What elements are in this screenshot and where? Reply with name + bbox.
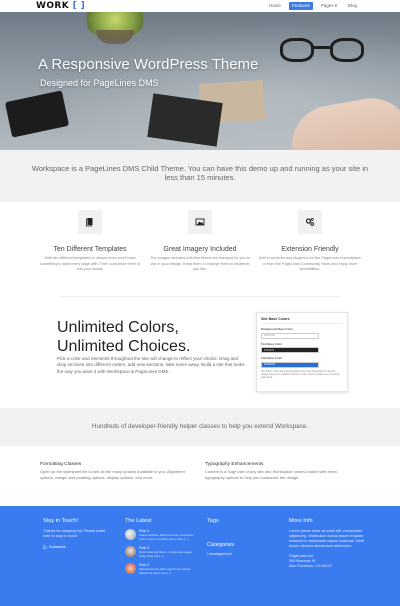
footer-text: Lorem ipsum dolor sit amet elit, consect… <box>289 529 365 548</box>
footer-more-info: More Info Lorem ipsum dolor sit amet eli… <box>289 518 369 569</box>
panel-note: The "Base" colors are a few standard col… <box>261 370 340 379</box>
feature-title: Extension Friendly <box>281 246 339 253</box>
feature-text: Add in sections and plugins from the Pag… <box>259 256 361 271</box>
footer-title: Tags <box>207 518 219 524</box>
feature-title: Ten Different Templates <box>53 246 127 253</box>
intro-text: Workspace is a PageLines DMS Child Theme… <box>31 164 369 182</box>
address-line: San Francisco, CA 94107 <box>289 564 333 568</box>
colors-heading-line2: Unlimited Choices. <box>57 338 191 355</box>
column-text: Open up the stylesheet file to see all t… <box>40 469 185 480</box>
link-color-label: Link Base Color <box>261 356 283 360</box>
nav-home[interactable]: Home <box>266 2 284 10</box>
image-icon <box>188 210 212 234</box>
text-color-picker[interactable]: #222222 <box>261 347 319 353</box>
helper-text: Hundreds of developer-friendly helper cl… <box>91 423 309 430</box>
panel-heading: Site Base Colors <box>261 317 343 324</box>
nav-pages[interactable]: Pages ▾ <box>318 2 340 10</box>
link-color-picker[interactable]: #2A6FD6 <box>261 361 319 368</box>
typography-enhancements: Typography Enhancements Content is a hug… <box>205 462 357 480</box>
feature-extensions: Extension Friendly Add in sections and p… <box>254 210 366 273</box>
main-nav: Home Features Pages ▾ Blog <box>266 2 360 10</box>
document-icon <box>78 210 102 234</box>
hero-title: A Responsive WordPress Theme <box>38 56 259 73</box>
rss-icon <box>43 545 47 549</box>
footer-latest-posts: The Latest Post 4 Fusce facilisis. Mauri… <box>125 518 197 575</box>
hero-banner: A Responsive WordPress Theme Designed fo… <box>0 12 400 150</box>
bg-color-picker[interactable]: #FFFFFF <box>261 332 319 339</box>
text-color-label: Text Base Color <box>261 341 283 346</box>
colors-text: Pick a color and elements throughout the… <box>57 356 245 374</box>
nav-features[interactable]: Features <box>288 2 313 10</box>
latest-post[interactable]: Post 4 Fusce facilisis. Mauris rutrum co… <box>125 529 197 541</box>
post-excerpt: Maecenas sed diam eget risus varius blan… <box>139 567 191 575</box>
column-title: Formatting Classes <box>40 462 82 467</box>
section-divider <box>60 296 340 297</box>
feature-templates: Ten Different Templates With ten differe… <box>34 210 146 273</box>
feature-title: Great Imagery Included <box>163 246 237 253</box>
categories-title: Categories <box>207 542 235 548</box>
column-text: Content is a huge part of any site and W… <box>205 469 337 480</box>
color-settings-panel: Site Base Colors Background Base Color #… <box>256 312 348 392</box>
feature-text: With ten different templates to choose f… <box>39 256 141 271</box>
latest-post[interactable]: Post 2 Maecenas sed diam eget risus vari… <box>125 563 197 575</box>
footer-title: The Latest <box>125 518 152 524</box>
footer-tags: Tags Categories Uncategorized <box>207 518 277 556</box>
post-thumbnail[interactable] <box>125 546 136 557</box>
footer-text: Thanks for stopping by! Please make sure… <box>43 529 106 538</box>
subscribe-link[interactable]: Subscribe <box>43 545 113 549</box>
latest-post[interactable]: Post 3 Nulla vitae elit libero, a pharet… <box>125 546 197 558</box>
logo-text: WORK <box>36 1 70 11</box>
feature-text: The images included with this theme are … <box>150 256 250 271</box>
site-footer: Stay in Touch! Thanks for stopping by! P… <box>0 506 400 606</box>
category-link[interactable]: Uncategorized <box>207 552 277 556</box>
intro-band: Workspace is a PageLines DMS Child Theme… <box>0 150 400 202</box>
gears-icon <box>298 210 322 234</box>
helper-band: Hundreds of developer-friendly helper cl… <box>0 408 400 446</box>
column-title: Typography Enhancements <box>205 462 264 467</box>
colors-heading: Unlimited Colors, Unlimited Choices. <box>57 318 190 356</box>
bg-color-label: Background Base Color <box>261 327 293 331</box>
footer-title: More Info <box>289 518 313 524</box>
subscribe-label: Subscribe <box>49 545 66 549</box>
glasses-illustration <box>272 32 372 66</box>
feature-imagery: Great Imagery Included The images includ… <box>144 210 256 273</box>
nav-blog[interactable]: Blog <box>345 2 360 10</box>
logo-bracket: [ ] <box>72 1 86 11</box>
top-navbar: WORK [ ] Home Features Pages ▾ Blog <box>0 0 400 12</box>
colors-heading-line1: Unlimited Colors, <box>57 319 179 336</box>
post-excerpt: Fusce facilisis. Mauris rutrum commodo t… <box>139 533 194 541</box>
post-thumbnail[interactable] <box>125 563 136 574</box>
footer-stay-in-touch: Stay in Touch! Thanks for stopping by! P… <box>43 518 113 549</box>
footer-address: PageLines Inc. 200 Brannan St. San Franc… <box>289 554 369 569</box>
formatting-classes: Formatting Classes Open up the styleshee… <box>40 462 192 480</box>
post-excerpt: Nulla vitae elit libero, a pharetra augu… <box>139 550 193 558</box>
post-thumbnail[interactable] <box>125 529 136 540</box>
site-logo[interactable]: WORK [ ] <box>36 1 85 11</box>
footer-title: Stay in Touch! <box>43 518 79 524</box>
hero-subtitle: Designed for PageLines DMS <box>40 78 159 88</box>
